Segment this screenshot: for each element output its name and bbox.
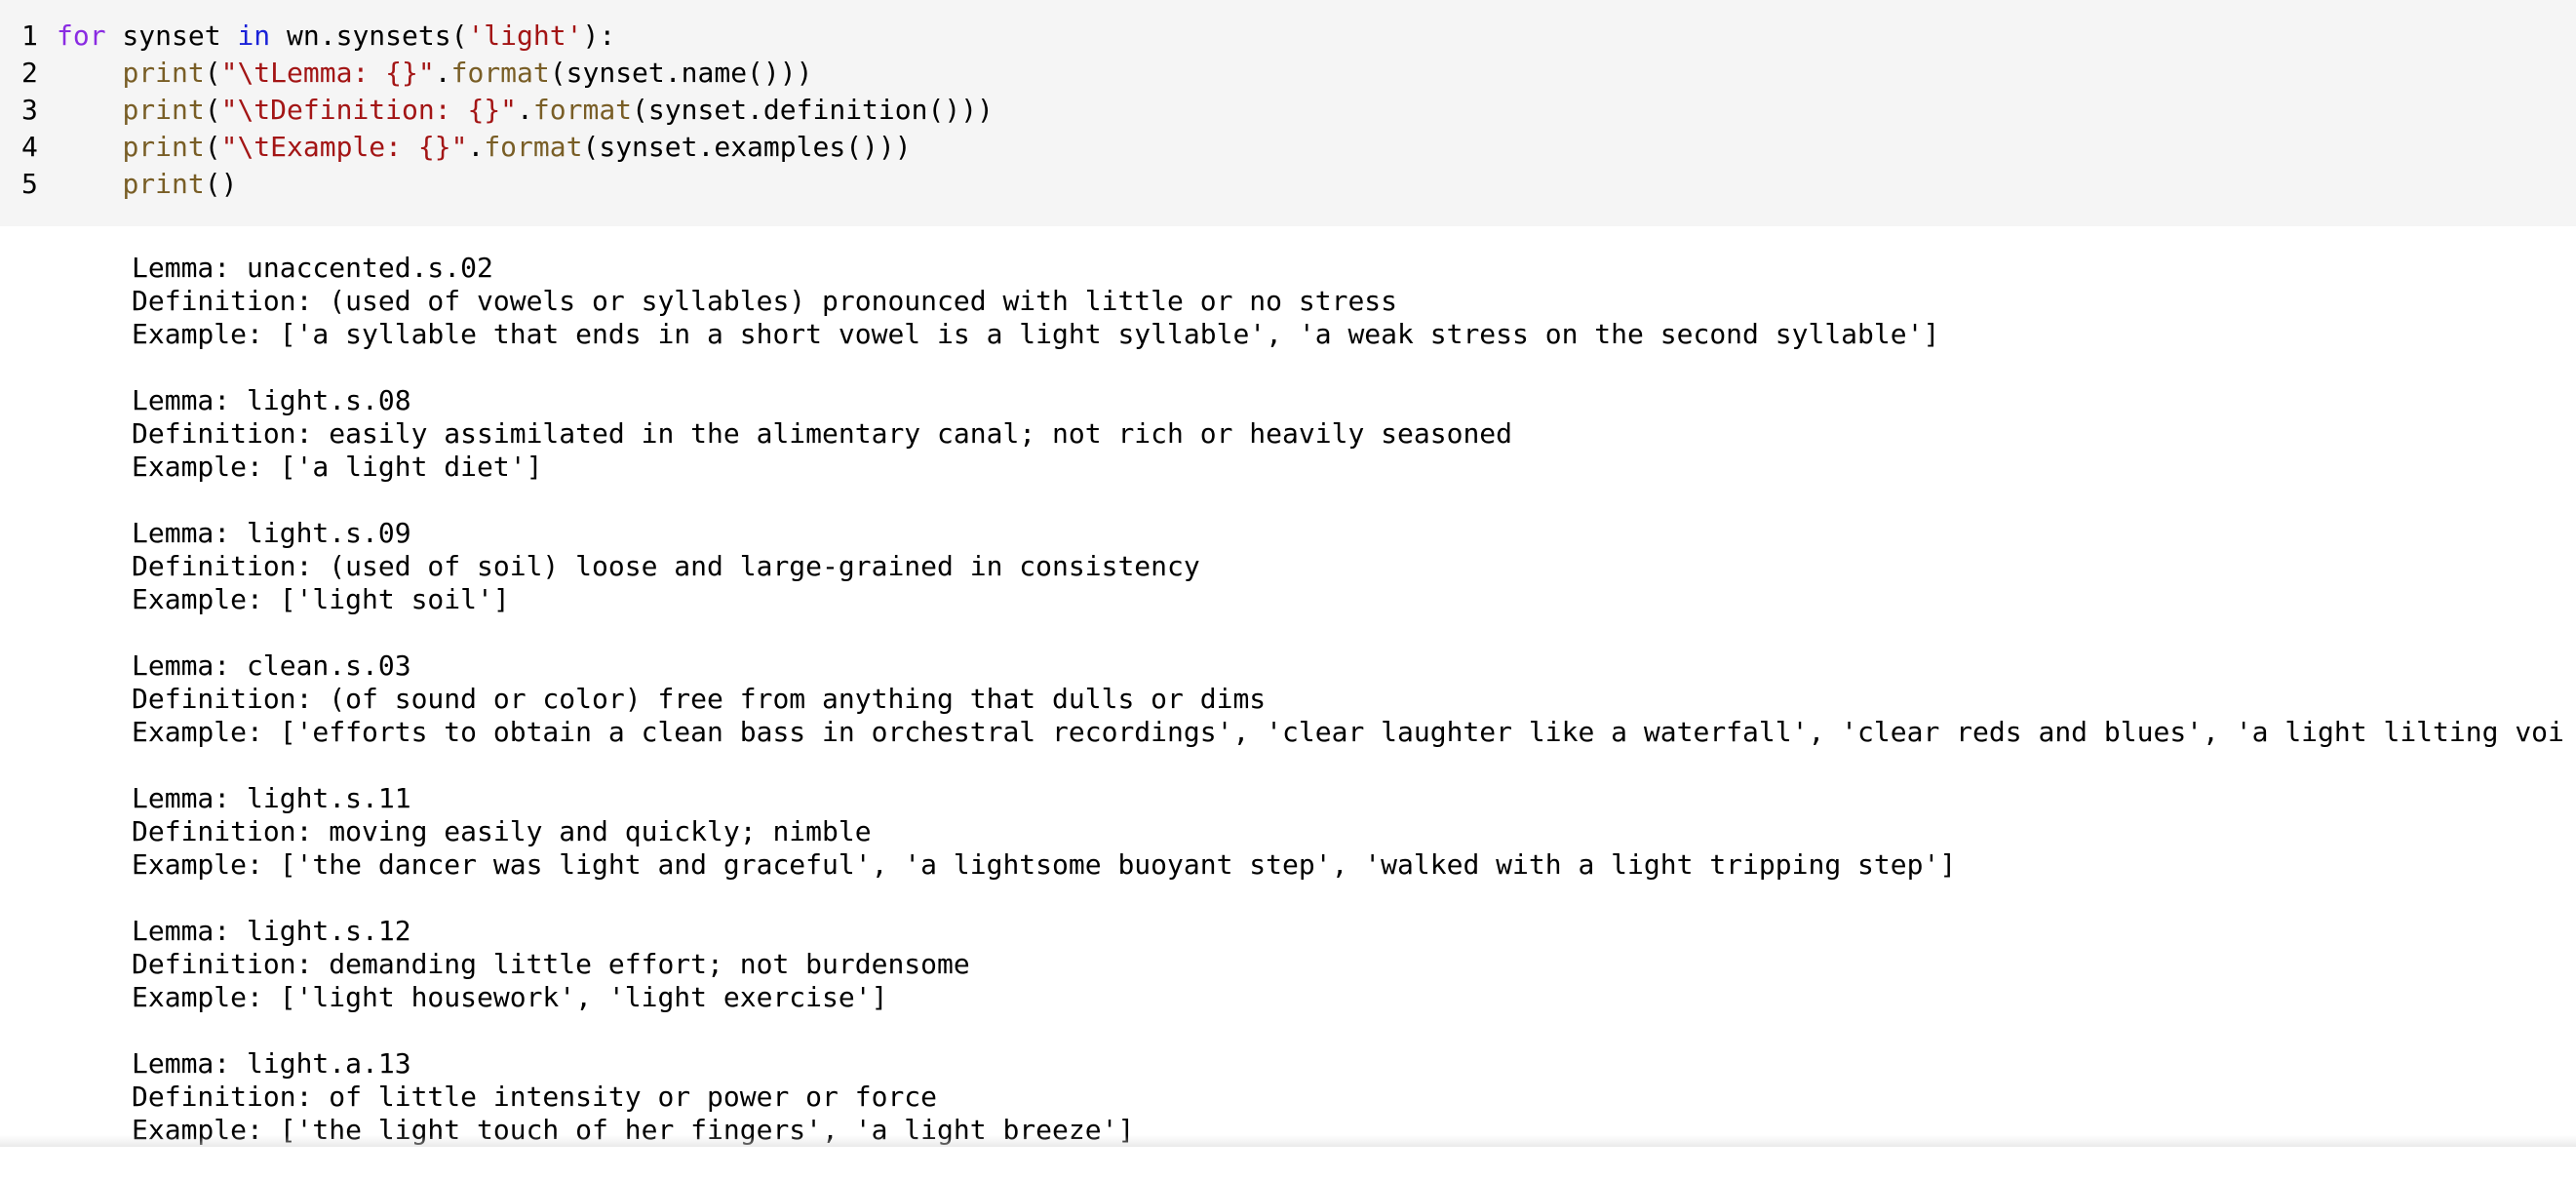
code-line[interactable]: 3 print("\tDefinition: {}".format(synset… [0, 92, 994, 129]
code-source: for synset in wn.synsets('light'): [57, 18, 615, 55]
output-example: Example: ['the light touch of her finger… [132, 1114, 2576, 1147]
output-definition: Definition: (used of soil) loose and lar… [132, 550, 2576, 583]
output-entry: Lemma: light.s.11Definition: moving easi… [132, 782, 2576, 882]
line-number: 1 [0, 18, 57, 55]
output-example: Example: ['light soil'] [132, 583, 2576, 616]
code-token: "\tExample: {}" [221, 131, 468, 163]
code-line[interactable]: 5 print() [0, 166, 237, 203]
code-token [57, 131, 122, 163]
code-token: () [205, 168, 238, 200]
output-lemma: Lemma: clean.s.03 [132, 649, 2576, 683]
code-token: ( [205, 57, 221, 89]
code-token: 'light' [467, 20, 582, 52]
line-number: 5 [0, 166, 57, 203]
code-token: for [57, 20, 106, 52]
output-entry: Lemma: light.a.13Definition: of little i… [132, 1047, 2576, 1147]
output-example: Example: ['efforts to obtain a clean bas… [132, 716, 2576, 749]
output-definition: Definition: demanding little effort; not… [132, 948, 2576, 981]
line-number: 2 [0, 55, 57, 92]
code-token: format [484, 131, 582, 163]
output-entry: Lemma: light.s.09Definition: (used of so… [132, 517, 2576, 616]
code-token: print [122, 57, 204, 89]
code-token: ): [582, 20, 615, 52]
output-lemma: Lemma: light.s.12 [132, 915, 2576, 948]
code-cell[interactable]: 1for synset in wn.synsets('light'):2 pri… [0, 0, 2576, 226]
output-lemma: Lemma: light.a.13 [132, 1047, 2576, 1081]
code-token [57, 94, 122, 126]
output-lemma: Lemma: light.s.08 [132, 384, 2576, 417]
output-example: Example: ['a syllable that ends in a sho… [132, 318, 2576, 351]
code-token: synset [106, 20, 238, 52]
code-token: ( [205, 94, 221, 126]
code-token: (synset.definition())) [632, 94, 994, 126]
output-entry: Lemma: clean.s.03Definition: (of sound o… [132, 649, 2576, 749]
output-entry: Lemma: unaccented.s.02Definition: (used … [132, 252, 2576, 351]
output-example: Example: ['a light diet'] [132, 451, 2576, 484]
code-token: . [435, 57, 451, 89]
line-number: 3 [0, 92, 57, 129]
code-line[interactable]: 1for synset in wn.synsets('light'): [0, 18, 615, 55]
code-token: in [237, 20, 270, 52]
code-token [57, 168, 122, 200]
code-token: format [533, 94, 632, 126]
code-token: print [122, 94, 204, 126]
output-definition: Definition: (used of vowels or syllables… [132, 285, 2576, 318]
code-token: "\tDefinition: {}" [221, 94, 517, 126]
output-definition: Definition: moving easily and quickly; n… [132, 815, 2576, 848]
code-token: "\tLemma: {}" [221, 57, 435, 89]
code-token: ( [205, 131, 221, 163]
code-token [57, 57, 122, 89]
code-source: print() [57, 166, 237, 203]
code-token: print [122, 168, 204, 200]
output-entry: Lemma: light.s.12Definition: demanding l… [132, 915, 2576, 1014]
code-token: (synset.name())) [550, 57, 813, 89]
code-token: wn.synsets( [270, 20, 467, 52]
cell-output: Lemma: unaccented.s.02Definition: (used … [132, 252, 2576, 1180]
line-number: 4 [0, 129, 57, 166]
code-source: print("\tExample: {}".format(synset.exam… [57, 129, 912, 166]
code-token: (synset.examples())) [582, 131, 911, 163]
code-token: . [517, 94, 533, 126]
code-token: . [467, 131, 484, 163]
code-line[interactable]: 4 print("\tExample: {}".format(synset.ex… [0, 129, 912, 166]
code-source: print("\tLemma: {}".format(synset.name()… [57, 55, 812, 92]
output-definition: Definition: (of sound or color) free fro… [132, 683, 2576, 716]
output-example: Example: ['the dancer was light and grac… [132, 848, 2576, 882]
code-line[interactable]: 2 print("\tLemma: {}".format(synset.name… [0, 55, 812, 92]
output-lemma: Lemma: light.s.11 [132, 782, 2576, 815]
code-token: format [451, 57, 550, 89]
output-definition: Definition: of little intensity or power… [132, 1081, 2576, 1114]
output-example: Example: ['light housework', 'light exer… [132, 981, 2576, 1014]
output-definition: Definition: easily assimilated in the al… [132, 417, 2576, 451]
output-lemma: Lemma: light.s.09 [132, 517, 2576, 550]
code-token: print [122, 131, 204, 163]
output-lemma: Lemma: unaccented.s.02 [132, 252, 2576, 285]
code-source: print("\tDefinition: {}".format(synset.d… [57, 92, 994, 129]
output-entry: Lemma: light.s.08Definition: easily assi… [132, 384, 2576, 484]
